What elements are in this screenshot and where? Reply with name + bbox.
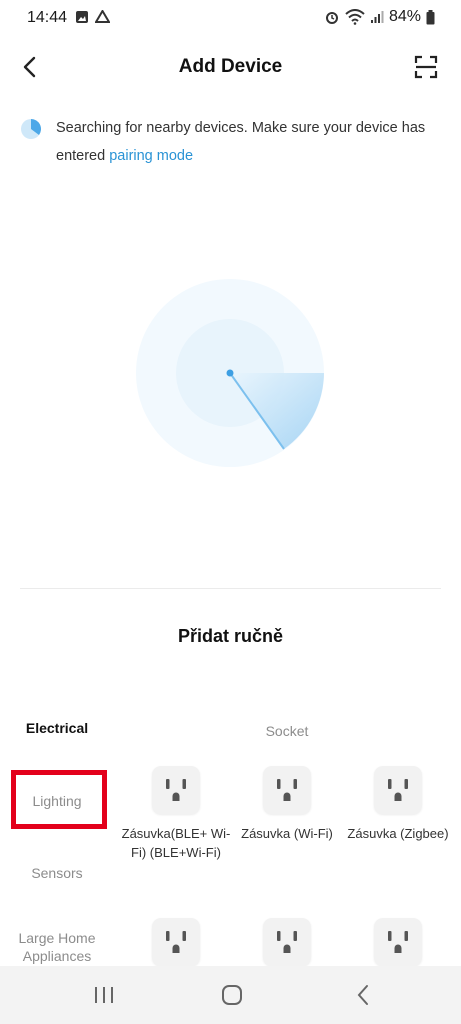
battery-icon <box>426 9 435 24</box>
socket-icon <box>374 918 422 966</box>
divider <box>20 588 441 589</box>
socket-icon <box>263 766 311 814</box>
category-sensors[interactable]: Sensors <box>0 865 114 881</box>
radar-scan-animation <box>136 279 324 467</box>
signal-icon <box>370 11 384 23</box>
socket-icon <box>152 918 200 966</box>
device-name: Zásuvka(BLE+ Wi-Fi) (BLE+Wi-Fi) <box>121 826 231 860</box>
home-icon <box>222 985 242 1005</box>
device-tile[interactable] <box>343 918 453 966</box>
drive-icon <box>95 10 110 23</box>
wifi-icon <box>345 9 365 25</box>
device-name: Zásuvka (Wi-Fi) <box>241 826 333 841</box>
manual-add-title: Přidat ručně <box>177 626 284 646</box>
device-tile[interactable]: Zásuvka(BLE+ Wi-Fi) (BLE+Wi-Fi) <box>121 766 231 862</box>
device-tile[interactable]: Zásuvka (Zigbee) <box>343 766 453 843</box>
scan-button[interactable] <box>411 52 441 82</box>
device-tile[interactable] <box>121 918 231 966</box>
category-electrical[interactable]: Electrical <box>0 720 114 736</box>
system-nav-bar <box>0 966 461 1024</box>
device-name: Zásuvka (Zigbee) <box>347 826 449 841</box>
status-time: 14:44 <box>27 9 68 26</box>
status-bar: 14:44 84% <box>0 0 461 36</box>
section-label-socket: Socket <box>265 723 309 739</box>
socket-icon <box>374 766 422 814</box>
socket-icon <box>263 918 311 966</box>
recent-apps-button[interactable] <box>84 980 124 1010</box>
scan-icon <box>414 55 438 79</box>
search-info-text: Searching for nearby devices. Make sure … <box>56 120 426 164</box>
home-button[interactable] <box>212 980 252 1010</box>
back-nav-button[interactable] <box>343 980 383 1010</box>
alarm-icon <box>325 12 338 24</box>
battery-percent: 84% <box>388 8 421 25</box>
highlight-annotation-box <box>11 770 107 829</box>
searching-spinner-icon <box>21 119 41 139</box>
header: Add Device <box>0 40 461 96</box>
page-title: Add Device <box>178 56 283 77</box>
recent-apps-icon <box>95 987 113 1003</box>
pairing-mode-link[interactable]: pairing mode <box>109 148 193 164</box>
device-tile[interactable] <box>232 918 342 966</box>
socket-icon <box>152 766 200 814</box>
gallery-icon <box>76 11 88 23</box>
back-nav-icon <box>357 985 368 1005</box>
device-tile[interactable]: Zásuvka (Wi-Fi) <box>232 766 342 843</box>
category-large-home-appliances[interactable]: Large Home Appliances <box>0 929 114 965</box>
